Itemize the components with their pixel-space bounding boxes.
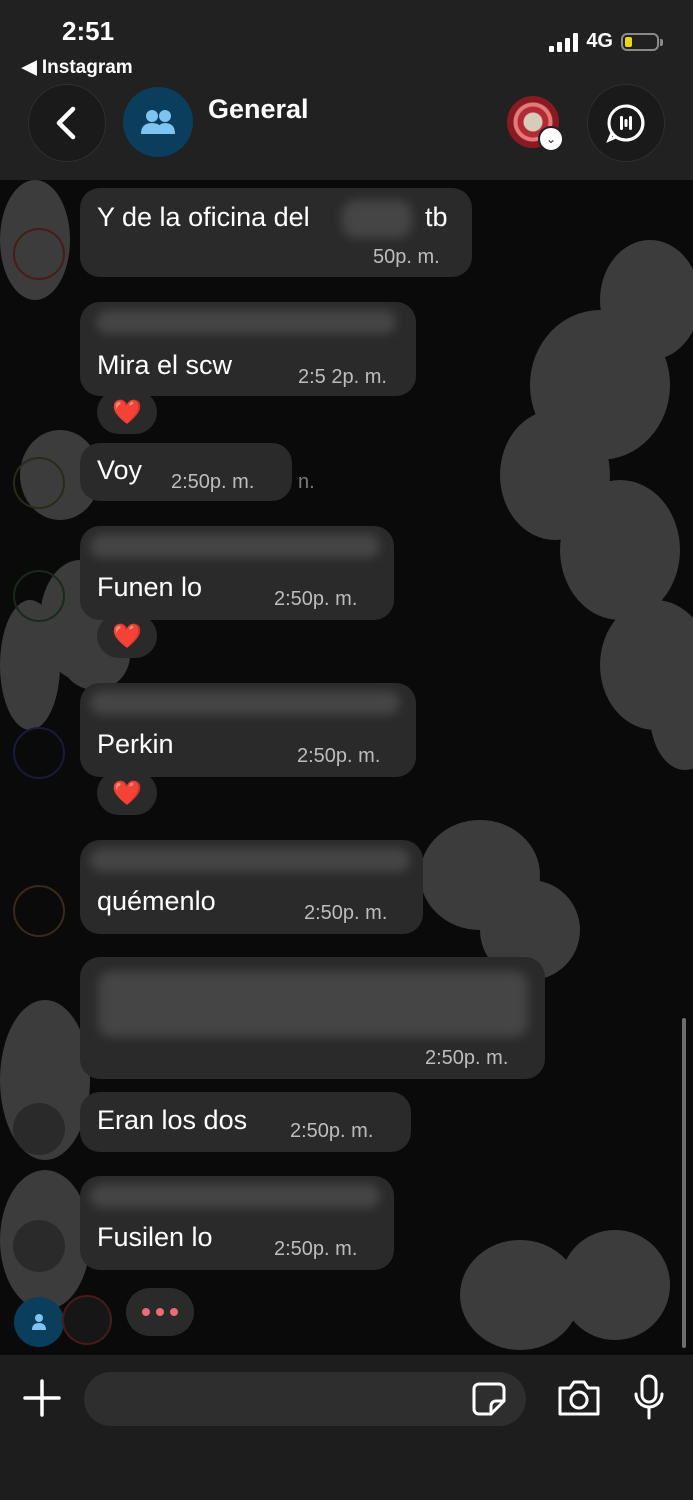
back-chevron-icon [56,106,76,140]
heart-icon: ❤️ [112,779,142,807]
reaction-heart[interactable]: ❤️ [97,390,157,434]
message-bubble[interactable]: Mira el scw 2:5 2p. m. [80,302,416,396]
avatar[interactable] [13,1103,65,1155]
reaction-heart[interactable]: ❤️ [97,614,157,658]
reaction-heart[interactable]: ❤️ [97,771,157,815]
avatar[interactable] [13,228,65,280]
message-bubble[interactable]: Voy 2:50p. m. [80,443,292,501]
message-text: Perkin [97,729,174,759]
message-bubble[interactable]: 2:50p. m. [80,957,545,1079]
message-time: 50p. m. [373,246,440,268]
typing-indicator [126,1288,194,1336]
sender-name-redacted [90,848,410,872]
message-time-ghost: n. [298,471,315,493]
plus-icon[interactable] [22,1378,62,1418]
message-text: Fusilen lo [97,1222,213,1252]
message-bubble[interactable]: Eran los dos 2:50p. m. [80,1092,411,1152]
sender-name-redacted [90,534,380,558]
battery-icon [621,32,663,51]
message-text: quémenlo [97,886,216,916]
avatar[interactable] [13,885,65,937]
person-icon [32,1314,46,1330]
typing-user-avatar [62,1295,112,1345]
call-icon [606,104,645,143]
sender-name-redacted [90,1184,380,1208]
message-bubble[interactable]: quémenlo 2:50p. m. [80,840,423,934]
message-text: Mira el scw [97,350,233,380]
avatar[interactable] [13,1220,65,1272]
message-input[interactable] [84,1372,526,1426]
message-time: 2:50p. m. [425,1047,509,1069]
message-time: 2:50p. m. [274,1238,358,1260]
avatar[interactable] [13,727,65,779]
network-label: 4G [586,30,613,52]
back-button[interactable] [28,84,106,162]
heart-icon: ❤️ [112,622,142,650]
typing-user-avatar [14,1297,64,1347]
back-to-app-link[interactable]: ◀ Instagram [22,56,133,79]
avatar[interactable] [13,457,65,509]
sender-name-redacted [96,310,396,334]
group-avatar[interactable] [123,87,193,157]
sticker-icon[interactable] [471,1381,507,1417]
message-text: Funen lo [97,572,203,602]
message-bubble[interactable]: Funen lo 2:50p. m. [80,526,394,620]
status-time: 2:51 [62,16,115,46]
message-bubble[interactable]: Fusilen lo 2:50p. m. [80,1176,394,1270]
message-text-suffix: tb [425,202,448,232]
sender-name-redacted [90,691,400,715]
message-text: Y de la oficina del [97,202,310,232]
battery-level [625,36,632,47]
signal-icon [549,32,579,52]
message-time: 2:50p. m. [171,471,255,493]
group-icon [141,110,175,134]
heart-icon: ❤️ [112,398,142,426]
message-time: 2:50p. m. [274,588,358,610]
message-bubble[interactable]: Perkin 2:50p. m. [80,683,416,777]
mic-icon[interactable] [632,1374,666,1420]
message-text: Voy [97,455,143,485]
scrollbar[interactable] [682,1018,686,1348]
message-time: 2:50p. m. [297,745,381,767]
message-text-redacted [98,971,528,1037]
chevron-down-icon: ⌄ [538,126,564,152]
redacted-area [342,200,412,238]
message-time: 2:5 2p. m. [298,366,387,388]
message-time: 2:50p. m. [304,902,388,924]
call-button[interactable] [587,84,665,162]
message-text: Eran los dos [97,1105,248,1135]
avatar[interactable] [13,570,65,622]
status-indicators: 4G [549,30,663,53]
message-time: 2:50p. m. [290,1120,374,1142]
chat-title[interactable]: General [208,94,309,125]
camera-icon[interactable] [556,1378,602,1418]
chat-header: 2:51 ◀ Instagram 4G General ⌄ [0,0,693,180]
message-bubble[interactable]: Y de la oficina del tb 50p. m. [80,188,472,277]
